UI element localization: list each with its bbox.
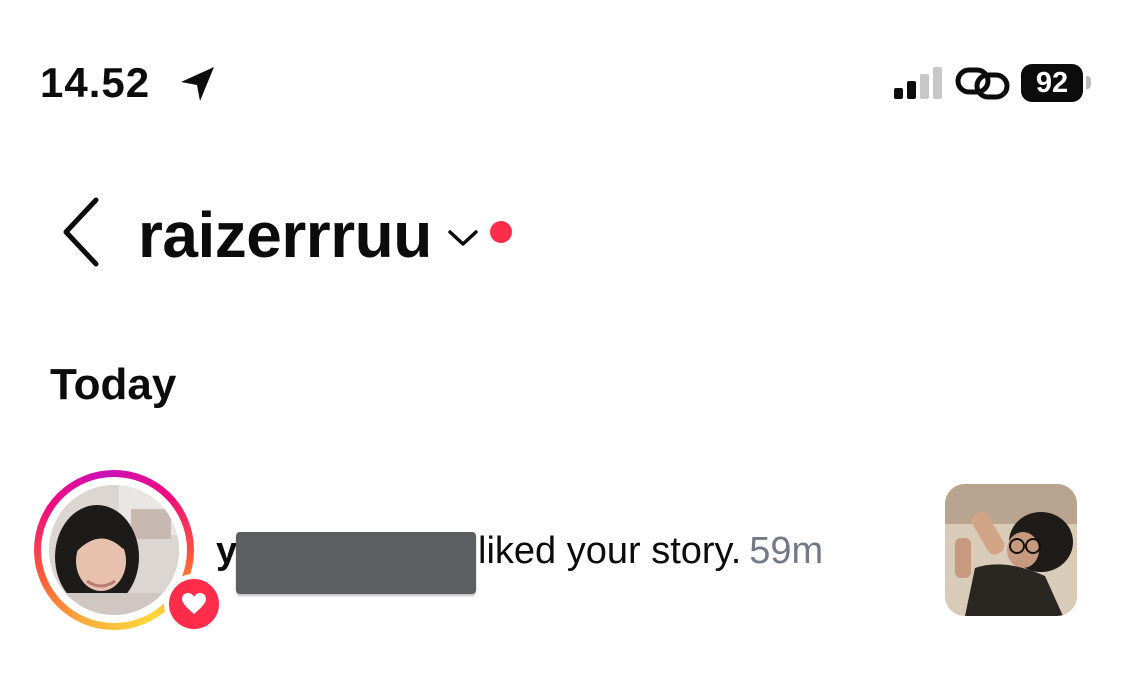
- battery-tip: [1086, 76, 1091, 89]
- avatar-image: [49, 485, 179, 615]
- notification-username[interactable]: y: [216, 528, 237, 574]
- account-name: raizerrruu: [138, 199, 432, 271]
- signal-bars-icon: [894, 67, 942, 99]
- notification-message: liked your story. 59m: [478, 528, 823, 574]
- avatar[interactable]: [49, 485, 179, 615]
- story-thumbnail[interactable]: [945, 484, 1077, 616]
- battery-icon: 92: [1021, 64, 1093, 102]
- unread-dot: [489, 221, 512, 243]
- battery-level: 92: [1035, 67, 1069, 99]
- location-arrow-icon: [181, 67, 214, 101]
- username-visible-part: y: [216, 530, 238, 572]
- heart-icon: [182, 593, 206, 614]
- story-thumbnail-image: [945, 484, 1077, 616]
- notification-time: 59m: [749, 530, 824, 572]
- chevron-down-icon: [448, 230, 478, 246]
- account-switcher[interactable]: raizerrruu: [138, 190, 512, 280]
- status-time: 14.52: [40, 59, 151, 106]
- section-title-today: Today: [50, 360, 177, 409]
- like-badge: [164, 574, 224, 634]
- story-ring: [34, 470, 224, 634]
- back-chevron-icon[interactable]: [56, 194, 106, 270]
- notification-action-text: liked your story.: [478, 530, 742, 572]
- redaction-block: [236, 532, 476, 594]
- notification-row[interactable]: y liked your story. 59m: [0, 462, 1125, 638]
- hotspot-link-icon: [955, 67, 1010, 100]
